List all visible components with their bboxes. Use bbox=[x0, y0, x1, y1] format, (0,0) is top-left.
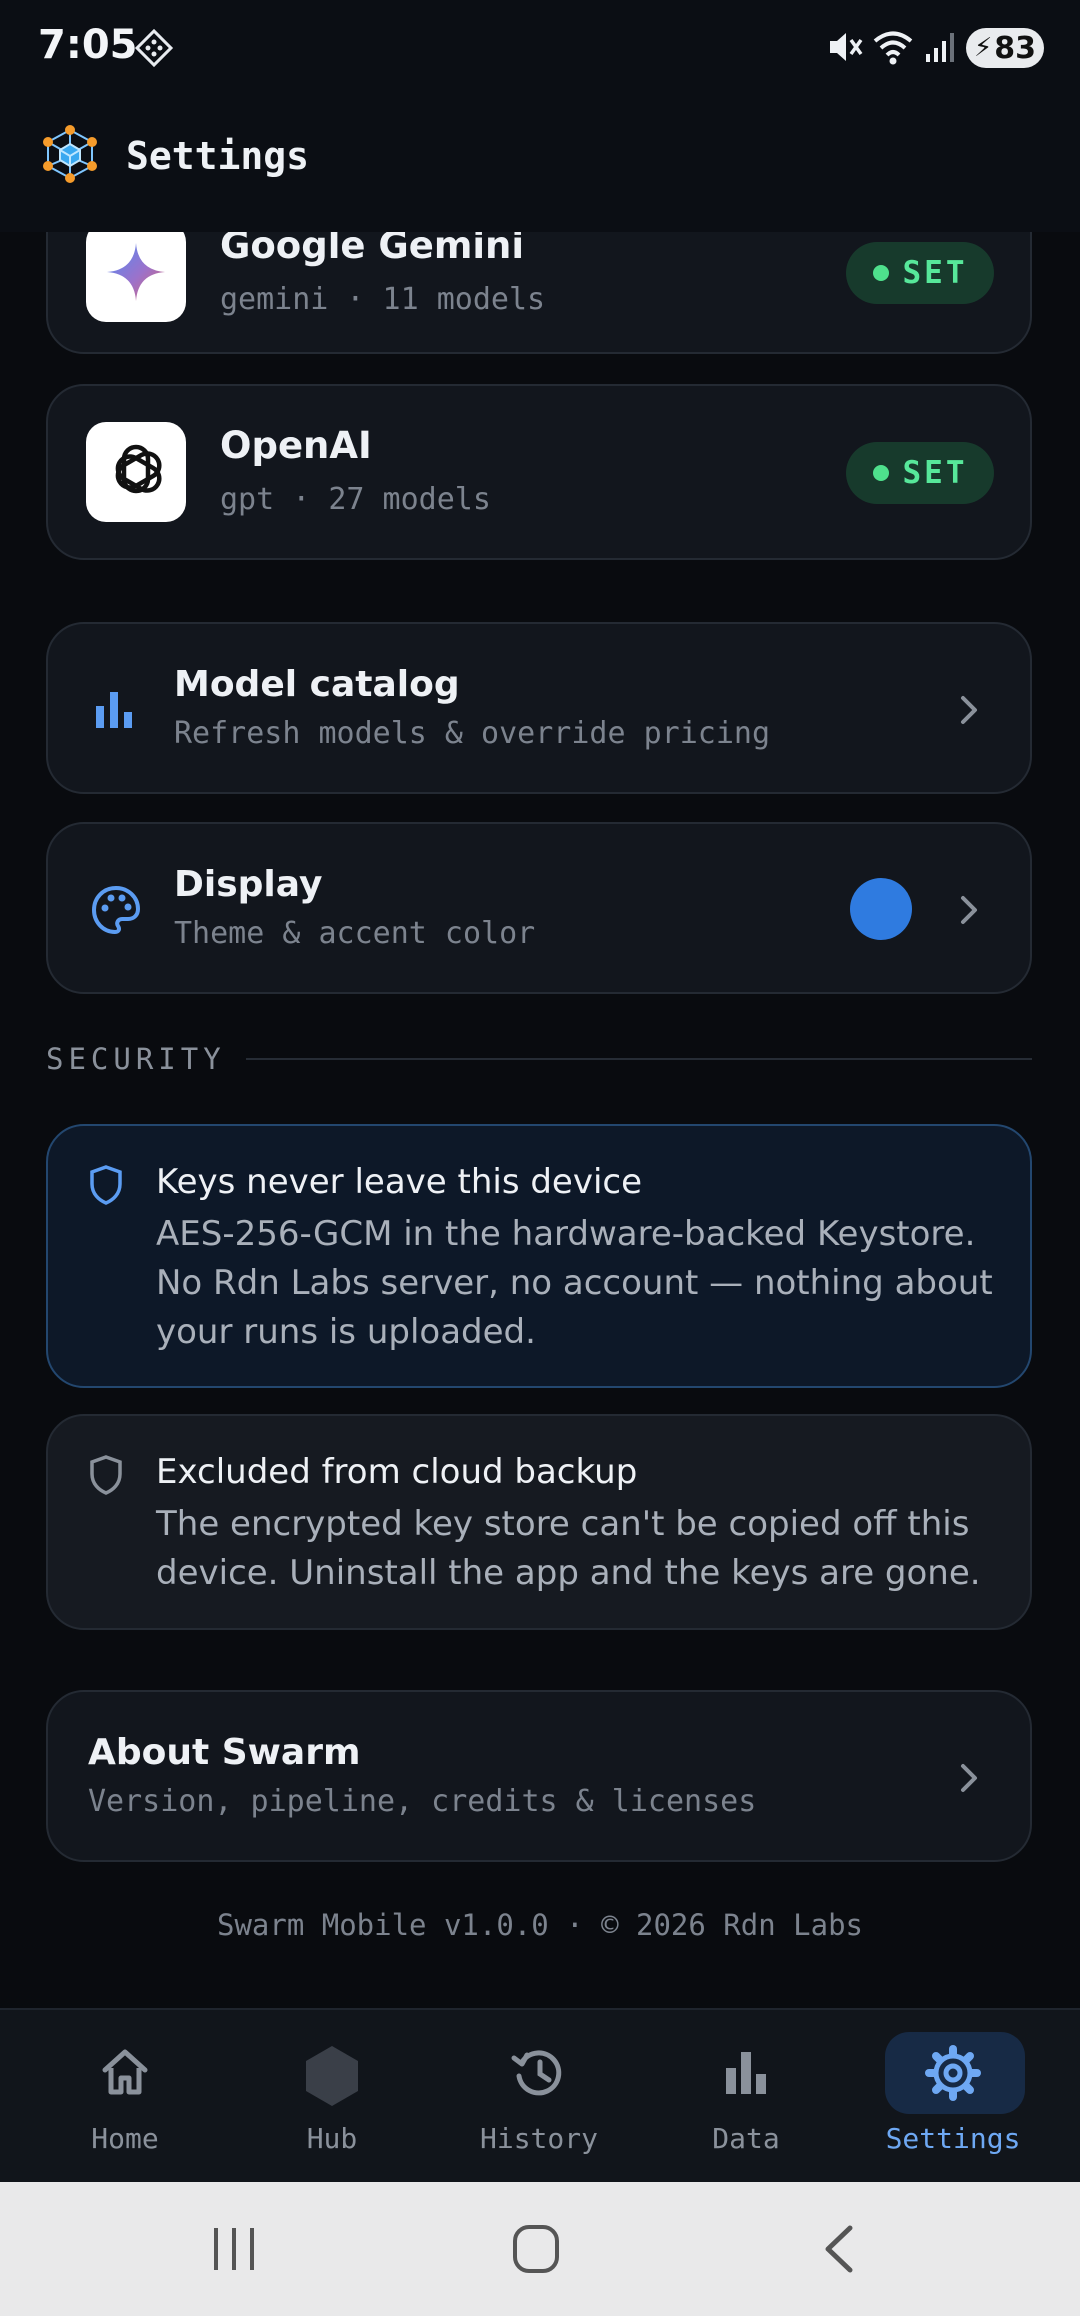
status-badge: SET bbox=[846, 242, 994, 304]
security-title: Excluded from cloud backup bbox=[156, 1452, 638, 1492]
charging-icon: ⚡ bbox=[973, 33, 993, 63]
version-footer: Swarm Mobile v1.0.0 · © 2026 Rdn Labs bbox=[216, 1908, 863, 1942]
tab-history[interactable]: History bbox=[464, 2010, 614, 2184]
app-notification-icon bbox=[134, 28, 174, 68]
swarm-logo-icon bbox=[43, 125, 97, 183]
bottom-navigation: Home Hub History Data Settings bbox=[0, 2008, 1080, 2184]
mute-icon bbox=[830, 33, 863, 61]
status-dot bbox=[872, 465, 889, 481]
home-icon bbox=[102, 2049, 148, 2095]
row-title: Display bbox=[174, 864, 323, 905]
security-card-backup: Excluded from cloud backup The encrypted… bbox=[46, 1414, 1032, 1630]
tab-label: Settings bbox=[885, 2122, 1021, 2155]
app-header: Settings bbox=[0, 96, 1080, 232]
status-dot bbox=[872, 265, 889, 281]
provider-subtitle: gpt · 27 models bbox=[220, 482, 491, 517]
gemini-logo-icon bbox=[86, 232, 186, 322]
wifi-icon bbox=[873, 31, 913, 65]
status-time: 7:05 bbox=[38, 22, 138, 68]
tab-label: Data bbox=[712, 2122, 780, 2155]
accent-color-swatch bbox=[850, 878, 912, 940]
tab-hub[interactable]: Hub bbox=[257, 2010, 407, 2184]
signal-icon bbox=[926, 33, 954, 62]
palette-icon bbox=[91, 885, 141, 935]
battery-indicator: ⚡ 83 bbox=[966, 28, 1044, 68]
battery-level: 83 bbox=[994, 30, 1036, 66]
section-divider bbox=[246, 1058, 1032, 1060]
tab-label: Home bbox=[91, 2122, 159, 2155]
status-badge-label: SET bbox=[902, 255, 968, 291]
row-subtitle: Version, pipeline, credits & licenses bbox=[88, 1784, 757, 1819]
security-title: Keys never leave this device bbox=[156, 1162, 643, 1202]
system-navigation-bar bbox=[0, 2182, 1080, 2316]
security-body: AES-256-GCM in the hardware-backed Keyst… bbox=[156, 1214, 993, 1352]
row-title: Model catalog bbox=[174, 664, 460, 705]
provider-card-gemini[interactable]: Google Gemini gemini · 11 models SET bbox=[46, 232, 1032, 354]
display-row[interactable]: Display Theme & accent color bbox=[46, 822, 1032, 994]
recent-apps-icon[interactable] bbox=[210, 2226, 258, 2272]
bar-chart-icon bbox=[726, 2052, 766, 2094]
provider-subtitle: gemini · 11 models bbox=[220, 282, 546, 317]
provider-name: OpenAI bbox=[220, 424, 372, 467]
page-title: Settings bbox=[126, 134, 310, 178]
row-subtitle: Theme & accent color bbox=[174, 916, 536, 951]
chevron-right-icon bbox=[961, 896, 977, 924]
bar-chart-icon bbox=[96, 692, 132, 728]
status-badge-label: SET bbox=[902, 455, 968, 491]
back-icon[interactable] bbox=[820, 2224, 856, 2274]
provider-name: Google Gemini bbox=[220, 232, 525, 267]
status-badge: SET bbox=[846, 442, 994, 504]
shield-icon bbox=[90, 1165, 122, 1205]
security-body: The encrypted key store can't be copied … bbox=[156, 1504, 981, 1593]
section-label-security: SECURITY bbox=[46, 1042, 226, 1076]
row-subtitle: Refresh models & override pricing bbox=[174, 716, 771, 751]
tab-home[interactable]: Home bbox=[50, 2010, 200, 2184]
tab-label: Hub bbox=[306, 2122, 358, 2155]
home-button-icon[interactable] bbox=[512, 2224, 560, 2274]
row-title: About Swarm bbox=[88, 1732, 361, 1773]
chevron-right-icon bbox=[961, 696, 977, 724]
settings-content[interactable]: Google Gemini gemini · 11 models SET Ope… bbox=[0, 232, 1080, 2008]
gear-icon bbox=[925, 2045, 981, 2101]
status-bar: 7:05 ⚡ 83 bbox=[0, 0, 1080, 96]
about-row[interactable]: About Swarm Version, pipeline, credits &… bbox=[46, 1690, 1032, 1862]
tab-settings[interactable]: Settings bbox=[878, 2010, 1028, 2184]
model-catalog-row[interactable]: Model catalog Refresh models & override … bbox=[46, 622, 1032, 794]
security-card-device: Keys never leave this device AES-256-GCM… bbox=[46, 1124, 1032, 1388]
provider-card-openai[interactable]: OpenAI gpt · 27 models SET bbox=[46, 384, 1032, 560]
tab-label: History bbox=[479, 2122, 598, 2155]
openai-logo-icon bbox=[86, 422, 186, 522]
chevron-right-icon bbox=[961, 1764, 977, 1792]
hexagon-icon bbox=[306, 2046, 358, 2106]
shield-icon bbox=[90, 1455, 122, 1495]
history-icon bbox=[511, 2050, 562, 2096]
tab-data[interactable]: Data bbox=[671, 2010, 821, 2184]
